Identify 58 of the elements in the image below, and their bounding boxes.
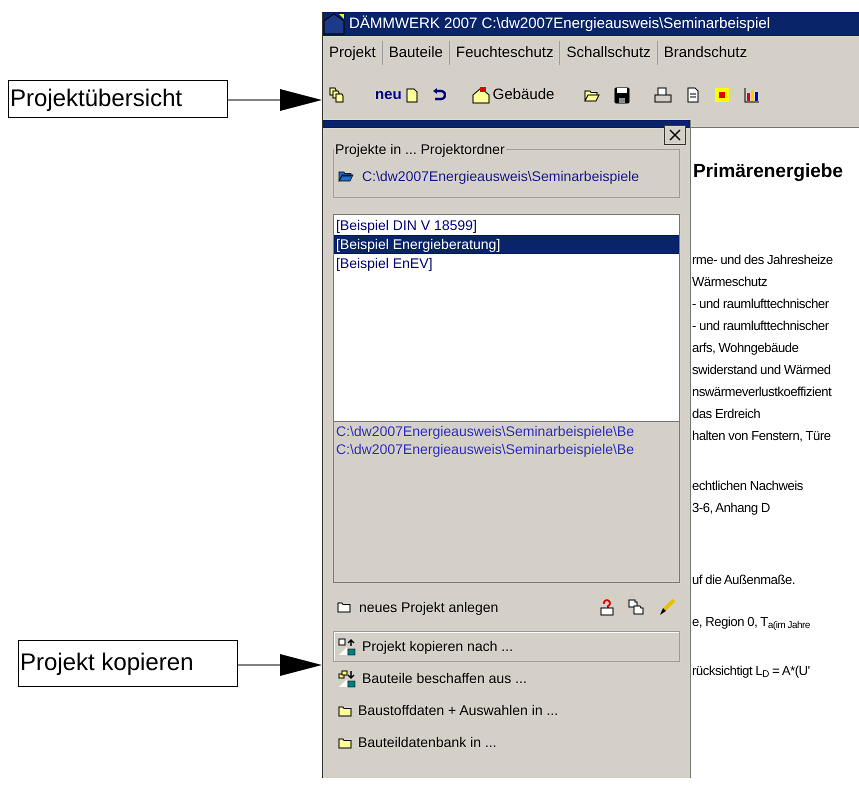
document-text: das Erdreich <box>691 404 762 422</box>
copy-project-icon <box>338 638 356 656</box>
folder-icon <box>338 704 352 716</box>
open-folder-icon <box>338 171 354 182</box>
close-button[interactable] <box>664 125 686 145</box>
document-text: swiderstand und Wärmed <box>691 360 832 378</box>
folder-icon <box>337 601 351 613</box>
project-path: C:\dw2007Energieausweis\Seminarbeispiele\Be <box>335 440 636 458</box>
menu-item[interactable]: Brandschutz <box>658 42 754 64</box>
grid-icon[interactable] <box>714 87 730 103</box>
project-list-item[interactable]: [Beispiel Energieberatung] <box>334 235 679 254</box>
house-icon <box>472 86 490 104</box>
undo-icon[interactable] <box>432 87 446 103</box>
folder-icon <box>338 736 352 748</box>
new-project-button[interactable]: neues Projekt anlegen <box>337 596 498 618</box>
new-button[interactable]: neu <box>375 84 418 106</box>
document-text: arfs, Wohngebäude <box>691 338 800 357</box>
save-icon[interactable] <box>614 86 630 104</box>
menu-action[interactable]: Bauteildatenbank in ... <box>333 727 680 758</box>
menu-action[interactable]: Baustoffdaten + Auswahlen in ... <box>333 695 680 726</box>
menu-action[interactable]: Bauteile beschaffen aus ... <box>333 663 680 694</box>
menu-item[interactable]: Feuchteschutz <box>450 42 560 64</box>
group-title: Projekte in ... Projektordner <box>334 140 506 159</box>
folders-icon[interactable] <box>329 87 345 103</box>
callout-label: Projekt kopieren <box>18 640 238 687</box>
bar-chart-icon[interactable] <box>744 87 760 103</box>
document-text: Wärmeschutz <box>691 272 768 290</box>
document-text: rücksichtigt L$_{D}$ = A*(U' <box>691 662 811 682</box>
document-text: - und raumlufttechnischer <box>691 294 830 312</box>
document-text: halten von Fenstern, Türe <box>691 426 832 444</box>
copy-icon[interactable] <box>628 599 644 615</box>
open-folder-icon[interactable] <box>584 88 600 102</box>
project-path: C:\dw2007Energieausweis\Seminarbeispiele\Be <box>335 422 636 440</box>
menu-item[interactable]: Projekt <box>323 42 382 64</box>
document-text: echtlichen Nachweis <box>691 476 804 494</box>
close-icon <box>669 129 681 141</box>
document-text: 3-6, Anhang D <box>691 498 771 517</box>
print-icon[interactable] <box>654 87 672 103</box>
document-heading: Primärenergiebe <box>692 160 844 184</box>
app-logo-icon <box>323 13 345 35</box>
window-title: DÄMMWERK 2007 C:\dw2007Energieausweis\Seminarbeispiel <box>349 14 770 34</box>
project-list-item[interactable]: [Beispiel DIN V 18599] <box>334 216 679 235</box>
folder-path: C:\dw2007Energieausweis\Seminarbeispiele <box>362 167 640 186</box>
document-text: rme- und des Jahresheize <box>691 250 834 268</box>
fetch-components-icon <box>338 670 356 688</box>
menu-item[interactable]: Schallschutz <box>560 42 657 64</box>
menu-item[interactable]: Bauteile <box>382 42 449 64</box>
brush-icon[interactable] <box>658 598 676 616</box>
building-button[interactable]: Gebäude <box>472 84 554 106</box>
document-icon <box>406 88 418 102</box>
document-text: - und raumlufttechnischer <box>691 316 830 334</box>
document-icon[interactable] <box>686 87 700 103</box>
document-text: nswärmeverlustkoeffizient <box>691 382 833 400</box>
menu-action[interactable]: Projekt kopieren nach ... <box>333 631 680 662</box>
document-text: uf die Außenmaße. <box>691 570 796 588</box>
document-text: e, Region 0, T$_{a(im Jahre}$ <box>691 612 811 632</box>
project-list-item[interactable]: [Beispiel EnEV] <box>334 254 679 273</box>
callout-label: Projektübersicht <box>8 80 228 118</box>
